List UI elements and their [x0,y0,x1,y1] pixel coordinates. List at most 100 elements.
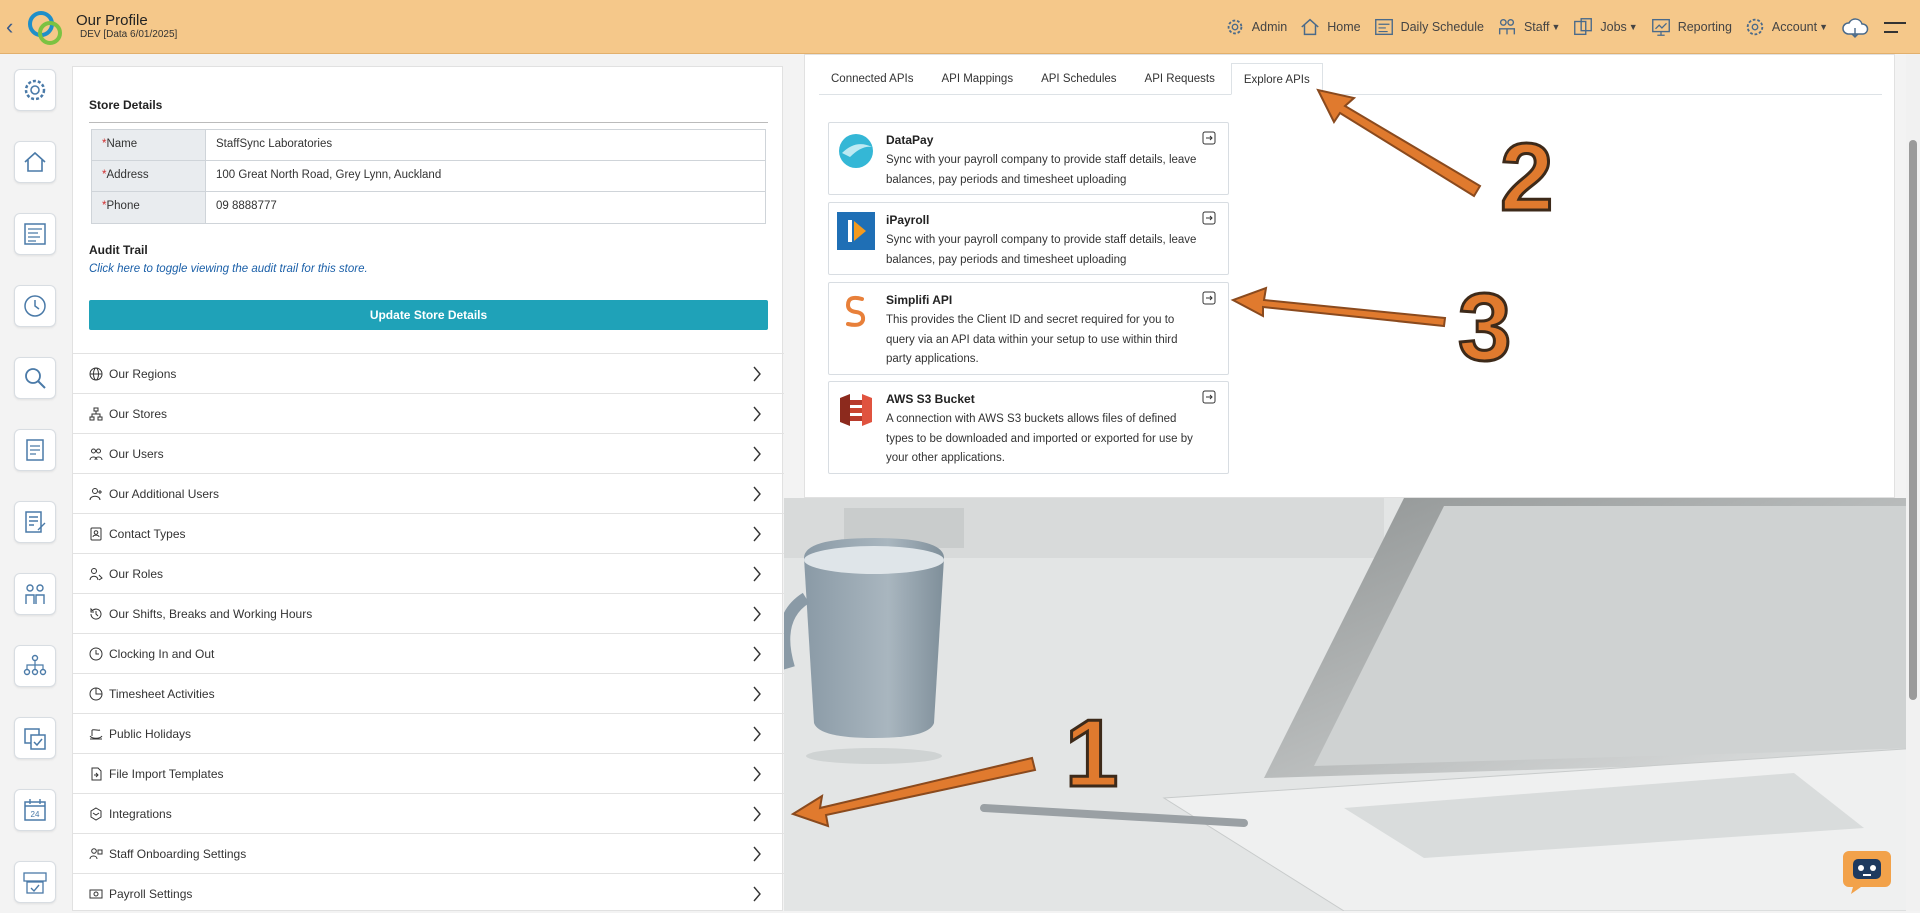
menu-contact-types[interactable]: Contact Types [73,513,784,553]
menu-label: Payroll Settings [109,886,193,901]
menu-timesheet-activities[interactable]: Timesheet Activities [73,673,784,713]
hamburger-menu-icon[interactable] [1884,15,1906,40]
cloud-sync-icon[interactable] [1840,14,1870,40]
api-card-ipayroll[interactable]: iPayroll Sync with your payroll company … [828,202,1229,275]
menu-label: Our Users [109,446,164,461]
side-rail: 24 [0,55,72,911]
scrollbar-thumb[interactable] [1909,140,1917,700]
menu-label: Integrations [109,806,172,821]
tab-explore-apis[interactable]: Explore APIs [1230,63,1323,95]
api-card-datapay[interactable]: DataPay Sync with your payroll company t… [828,122,1229,195]
audit-trail-toggle-link[interactable]: Click here to toggle viewing the audit t… [89,263,368,275]
section-divider [89,122,768,123]
address-row: *Address 100 Great North Road, Grey Lynn… [92,161,765,192]
chevron-right-icon [753,806,761,822]
chevron-down-icon: ▼ [1819,22,1828,32]
calendar-24-icon: 24 [24,799,46,821]
phone-field[interactable]: 09 8888777 [206,192,765,223]
chevron-down-icon: ▼ [1628,22,1638,32]
menu-our-users[interactable]: Our Users [73,433,784,473]
checklist-icon [24,728,46,750]
menu-integrations[interactable]: Integrations [73,793,784,833]
menu-label: Contact Types [109,526,186,541]
menu-payroll-settings[interactable]: Payroll Settings [73,873,784,913]
menu-public-holidays[interactable]: Public Holidays [73,713,784,753]
nav-daily-schedule[interactable]: Daily Schedule [1373,16,1484,38]
rail-document-button[interactable] [14,429,56,471]
menu-our-stores[interactable]: Our Stores [73,393,784,433]
document-icon [26,439,44,461]
rail-team-button[interactable] [14,573,56,615]
rail-edit-button[interactable] [14,501,56,543]
menu-label: Timesheet Activities [109,686,215,701]
rail-hierarchy-button[interactable] [14,645,56,687]
api-description: Sync with your payroll company to provid… [886,154,1197,186]
chevron-right-icon [753,766,761,782]
account-gear-icon [1746,18,1764,36]
store-panel: Store Details *Name StaffSync Laboratori… [72,66,784,913]
top-bar: ‹ Our Profile DEV [Data 6/01/2025] Admin… [0,0,1920,54]
ipayroll-logo [837,212,875,250]
top-nav: Admin Home Daily Schedule Staff ▼ Jobs ▼ R… [1224,0,1920,54]
address-field[interactable]: 100 Great North Road, Grey Lynn, Aucklan… [206,161,765,191]
desk-scene-image [784,498,1920,911]
chevron-right-icon [753,446,761,462]
globe-icon [89,367,103,380]
menu-label: Our Roles [109,566,164,581]
menu-our-regions[interactable]: Our Regions [73,353,784,393]
user-role-icon [89,567,103,580]
rail-timer-button[interactable] [14,285,56,327]
menu-our-additional-users[interactable]: Our Additional Users [73,473,784,513]
nav-jobs[interactable]: Jobs ▼ [1572,16,1638,38]
nav-home[interactable]: Home [1299,16,1361,38]
tab-connected-apis[interactable]: Connected APIs [819,63,925,95]
api-name: DataPay [886,133,934,147]
nav-staff[interactable]: Staff ▼ [1496,16,1560,38]
hierarchy-icon [23,654,47,676]
name-label: *Name [92,130,206,160]
integrations-icon [90,806,102,821]
nav-reporting[interactable]: Reporting [1650,16,1732,38]
chatbot-icon[interactable] [1841,843,1893,895]
rail-settings-button[interactable] [14,69,56,111]
rail-checklist-button[interactable] [14,717,56,759]
rail-calendar-button[interactable]: 24 [14,789,56,831]
open-link-icon[interactable] [1202,131,1216,145]
rail-timesheet-button[interactable] [14,861,56,903]
chevron-right-icon [753,646,761,662]
menu-our-roles[interactable]: Our Roles [73,553,784,593]
nav-account[interactable]: Account ▼ [1744,16,1828,38]
app-logo[interactable] [26,7,66,47]
pie-clock-icon [89,687,103,700]
menu-shifts-breaks-hours[interactable]: Our Shifts, Breaks and Working Hours [73,593,784,633]
tab-api-schedules[interactable]: API Schedules [1029,63,1128,95]
page-scrollbar[interactable] [1906,54,1920,911]
open-link-icon[interactable] [1202,291,1216,305]
nav-admin[interactable]: Admin [1224,16,1287,38]
name-row: *Name StaffSync Laboratories [92,130,765,161]
rail-search-button[interactable] [14,357,56,399]
menu-clocking-in-out[interactable]: Clocking In and Out [73,633,784,673]
name-field[interactable]: StaffSync Laboratories [206,130,765,160]
open-link-icon[interactable] [1202,390,1216,404]
menu-file-import-templates[interactable]: File Import Templates [73,753,784,793]
rail-schedule-button[interactable] [14,213,56,255]
api-tabs: Connected APIs API Mappings API Schedule… [819,63,1882,95]
api-card-simplifi[interactable]: Simplifi API This provides the Client ID… [828,282,1229,375]
rail-home-button[interactable] [14,141,56,183]
address-label: *Address [92,161,206,191]
tab-api-requests[interactable]: API Requests [1133,63,1227,95]
api-card-aws-s3[interactable]: AWS S3 Bucket A connection with AWS S3 b… [828,381,1229,474]
tab-api-mappings[interactable]: API Mappings [929,63,1025,95]
back-chevron-icon[interactable]: ‹ [6,15,24,38]
name-label-text: Name [106,138,138,150]
menu-label: Staff Onboarding Settings [109,846,247,861]
gear-icon [1227,19,1243,35]
menu-staff-onboarding-settings[interactable]: Staff Onboarding Settings [73,833,784,873]
page-title: Our Profile [76,11,148,29]
store-details-form: *Name StaffSync Laboratories *Address 10… [91,129,766,224]
open-link-icon[interactable] [1202,211,1216,225]
home-icon [1301,18,1319,36]
update-store-details-button[interactable]: Update Store Details [89,300,768,330]
timesheet-icon [23,872,47,894]
